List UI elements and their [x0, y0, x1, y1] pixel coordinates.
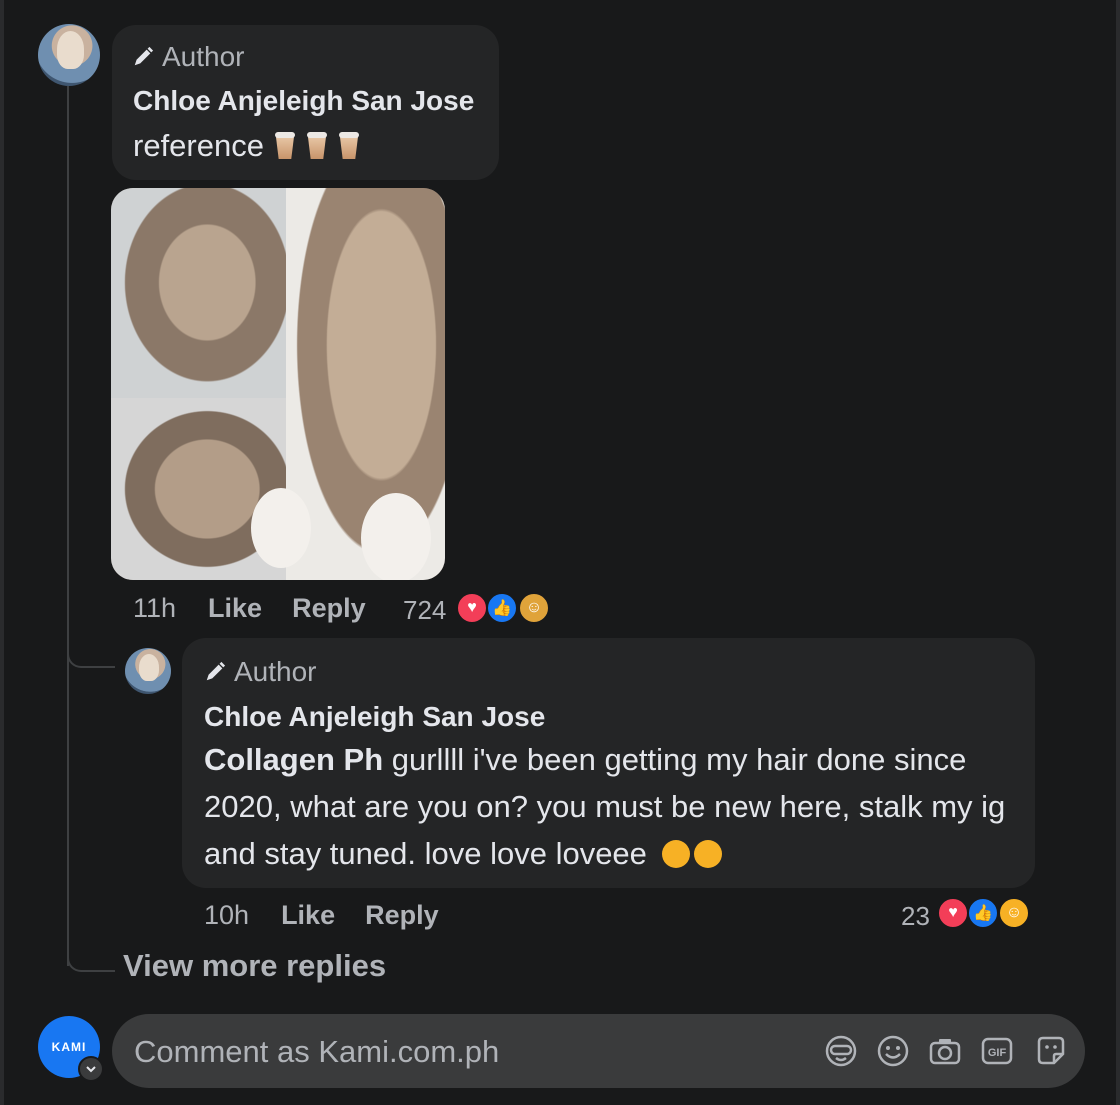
reply-actions: 10h Like Reply: [204, 900, 439, 931]
reply-like-button[interactable]: Like: [281, 900, 335, 931]
view-more-replies-link[interactable]: View more replies: [123, 948, 386, 984]
author-badge-label: Author: [162, 41, 245, 72]
reply-time[interactable]: 10h: [204, 900, 249, 931]
comment-actions: 11h Like Reply: [133, 593, 366, 624]
like-reaction-icon: 👍: [967, 897, 999, 929]
reply-text: Collagen Ph gurllll i've been getting my…: [204, 736, 1024, 877]
comment-text: reference: [133, 122, 360, 169]
reply-bubble: Author Chloe Anjeleigh San Jose Collagen…: [182, 638, 1035, 888]
reply-author-badge-label: Author: [234, 656, 317, 687]
bubble-tea-emoji: [306, 132, 328, 160]
comment-input[interactable]: [132, 1028, 816, 1076]
pencil-icon: [206, 661, 226, 681]
reply-author-avatar[interactable]: [125, 648, 171, 694]
author-avatar[interactable]: [38, 24, 100, 86]
thread-line: [67, 86, 69, 966]
chevron-down-icon[interactable]: [78, 1056, 104, 1082]
mention-link[interactable]: Collagen Ph: [204, 742, 383, 777]
bubble-tea-emoji: [338, 132, 360, 160]
thread-branch-view-more: [67, 952, 115, 972]
reply-reply-button[interactable]: Reply: [365, 900, 439, 931]
comment-bubble: Author Chloe Anjeleigh San Jose referenc…: [112, 25, 499, 180]
svg-text:GIF: GIF: [988, 1047, 1007, 1059]
like-reaction-icon: 👍: [486, 592, 518, 624]
reply-button[interactable]: Reply: [292, 593, 366, 624]
love-reaction-icon: ♥: [456, 592, 488, 624]
reply-reaction-count[interactable]: 23: [901, 901, 930, 932]
comment-photo[interactable]: [111, 188, 445, 580]
reply-author-name[interactable]: Chloe Anjeleigh San Jose: [204, 701, 545, 733]
gif-icon[interactable]: GIF: [980, 1034, 1014, 1068]
kissing-face-emoji: [693, 840, 722, 868]
camera-icon[interactable]: [928, 1034, 962, 1068]
pencil-icon: [134, 46, 154, 66]
author-badge: Author: [132, 41, 245, 73]
like-button[interactable]: Like: [208, 593, 262, 624]
kissing-face-emoji: [661, 840, 690, 868]
thread-branch-reply: [67, 648, 115, 668]
reaction-count[interactable]: 724: [403, 595, 446, 626]
comment-thread: Author Chloe Anjeleigh San Jose referenc…: [0, 0, 1120, 1105]
avatar-text: KAMI: [51, 1040, 87, 1054]
bubble-tea-emoji: [274, 132, 296, 160]
love-reaction-icon: ♥: [937, 897, 969, 929]
comment-body: reference: [133, 128, 264, 163]
comment-time[interactable]: 11h: [133, 593, 176, 624]
avatar-sticker-icon[interactable]: [824, 1034, 858, 1068]
sticker-icon[interactable]: [1034, 1034, 1068, 1068]
emoji-icon[interactable]: [876, 1034, 910, 1068]
reply-author-badge: Author: [204, 656, 317, 688]
care-reaction-icon: ☺: [518, 592, 550, 624]
comment-composer: GIF: [112, 1014, 1085, 1088]
haha-reaction-icon: ☺: [998, 897, 1030, 929]
author-name[interactable]: Chloe Anjeleigh San Jose: [133, 85, 474, 117]
